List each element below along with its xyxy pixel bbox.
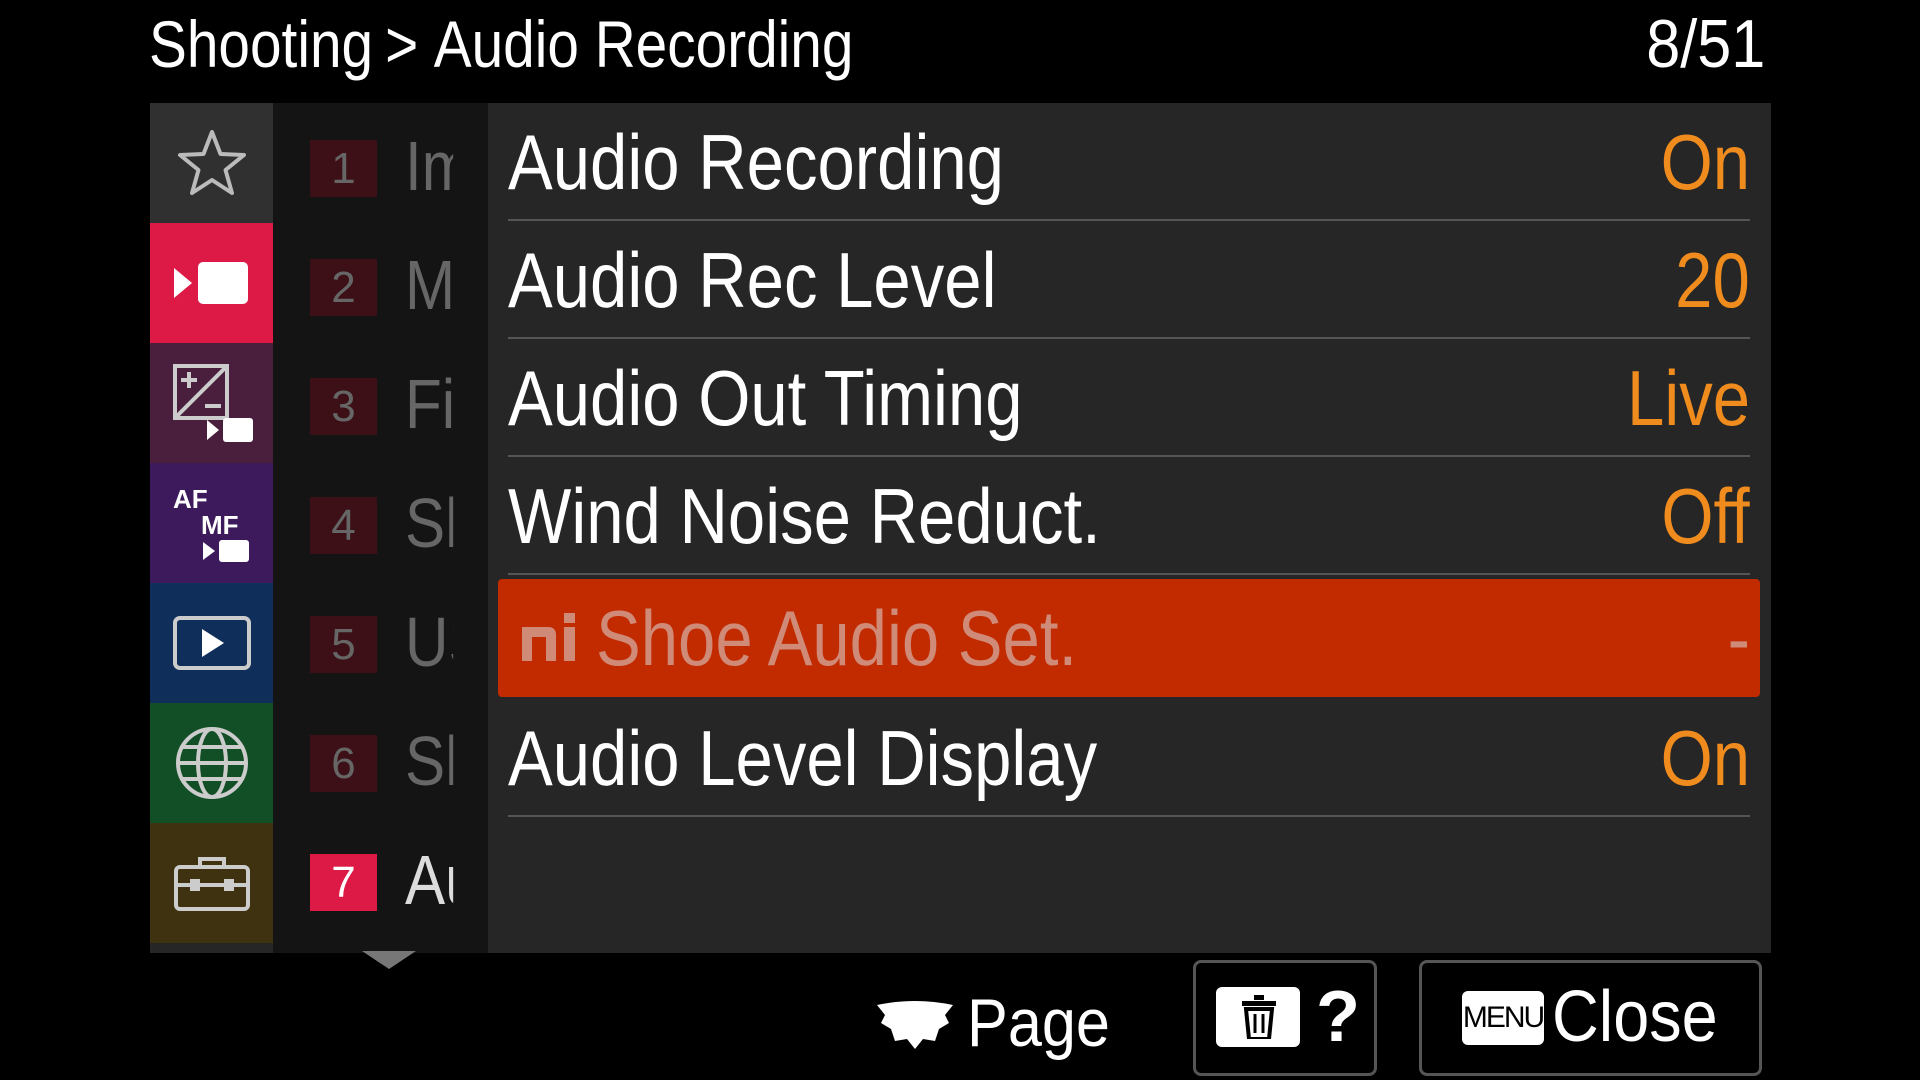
breadcrumb-current: Audio Recording xyxy=(433,7,854,81)
setting-audio-level-display[interactable]: Audio Level Display On xyxy=(508,699,1750,817)
setting-label: Wind Noise Reduct. xyxy=(508,472,1101,560)
delete-help-button[interactable]: ? xyxy=(1193,960,1377,1076)
setting-value: Off xyxy=(1661,472,1750,560)
page-number: 4 xyxy=(310,497,377,554)
tab-network[interactable] xyxy=(150,703,273,823)
page-item-1[interactable]: 1 Im xyxy=(273,103,488,222)
page-item-3[interactable]: 3 Fi xyxy=(273,341,488,460)
setting-audio-rec-level[interactable]: Audio Rec Level 20 xyxy=(508,221,1750,339)
page-title-truncated: Im xyxy=(405,127,453,205)
page-item-5[interactable]: 5 US xyxy=(273,579,488,698)
page-number: 2 xyxy=(310,259,377,316)
toolbox-icon xyxy=(173,857,250,911)
svg-text:MF: MF xyxy=(201,510,239,540)
close-label: Close xyxy=(1552,977,1718,1057)
setting-audio-out-timing[interactable]: Audio Out Timing Live xyxy=(508,339,1750,457)
tab-shooting[interactable] xyxy=(150,223,273,343)
page-title-truncated: Fi xyxy=(405,365,454,443)
row-divider xyxy=(508,815,1750,817)
menu-key-icon: MENU xyxy=(1462,991,1545,1045)
control-wheel-icon xyxy=(877,1001,953,1049)
setting-label: Shoe Audio Set. xyxy=(596,594,1078,682)
tab-my-menu[interactable] xyxy=(150,103,273,223)
tab-exposure-color[interactable] xyxy=(150,343,273,463)
close-button[interactable]: MENU Close xyxy=(1419,960,1762,1076)
af-mf-icon: AF MF xyxy=(173,484,249,562)
page-hint-label: Page xyxy=(967,985,1110,1061)
title-bar: Shooting > Audio Recording 8/51 xyxy=(0,0,1920,103)
setting-wind-noise-reduct[interactable]: Wind Noise Reduct. Off xyxy=(508,457,1750,575)
trash-icon xyxy=(1242,995,1276,1039)
multi-interface-shoe-icon xyxy=(522,613,575,661)
setting-audio-recording[interactable]: Audio Recording On xyxy=(508,103,1750,221)
tab-setup[interactable] xyxy=(150,823,273,943)
star-icon xyxy=(177,130,246,195)
setting-value: 20 xyxy=(1675,236,1750,324)
setting-value: On xyxy=(1660,118,1750,206)
page-number: 5 xyxy=(310,616,377,673)
category-tabs: AF MF xyxy=(150,103,273,953)
page-number: 6 xyxy=(310,735,377,792)
setting-label: Audio Out Timing xyxy=(508,354,1023,442)
page-title-truncated: M xyxy=(405,246,454,324)
page-counter: 8/51 xyxy=(1645,6,1765,82)
page-item-6[interactable]: 6 Sh xyxy=(273,698,488,817)
setting-value: Live xyxy=(1626,354,1750,442)
setting-shoe-audio-set[interactable]: Shoe Audio Set. - xyxy=(498,579,1760,697)
page-title-truncated: Au xyxy=(405,841,453,919)
page-number: 7 xyxy=(310,854,377,911)
page-title-truncated: Sh xyxy=(405,722,453,800)
trash-key xyxy=(1216,987,1300,1047)
playback-icon xyxy=(172,616,251,670)
page-list: 1 Im 2 M 3 Fi 4 Sh 5 US 6 Sh 7 Au xyxy=(273,103,488,953)
page-item-7[interactable]: 7 Au xyxy=(273,817,488,936)
setting-value: On xyxy=(1660,714,1750,802)
page-number: 1 xyxy=(310,140,377,197)
movie-camera-icon xyxy=(173,262,248,304)
setting-label: Audio Level Display xyxy=(508,714,1098,802)
page-item-2[interactable]: 2 M xyxy=(273,222,488,341)
tab-focus[interactable]: AF MF xyxy=(150,463,273,583)
page-title-truncated: US xyxy=(405,603,453,681)
footer: Page ? MENU Close xyxy=(0,953,1920,1080)
tab-playback[interactable] xyxy=(150,583,273,703)
breadcrumb: Shooting > Audio Recording xyxy=(149,4,853,84)
globe-icon xyxy=(175,727,248,799)
setting-label: Audio Recording xyxy=(508,118,1004,206)
page-item-4[interactable]: 4 Sh xyxy=(273,460,488,579)
help-label: ? xyxy=(1316,977,1360,1057)
setting-value: - xyxy=(1727,594,1750,682)
setting-label: Audio Rec Level xyxy=(508,236,997,324)
page-hint[interactable]: Page xyxy=(875,983,1126,1063)
page-title-truncated: Sh xyxy=(405,484,453,562)
page-number: 3 xyxy=(310,378,377,435)
breadcrumb-separator: > xyxy=(385,7,419,81)
row-divider xyxy=(508,573,1750,575)
exposure-movie-icon xyxy=(172,364,253,442)
breadcrumb-parent: Shooting xyxy=(149,7,374,81)
